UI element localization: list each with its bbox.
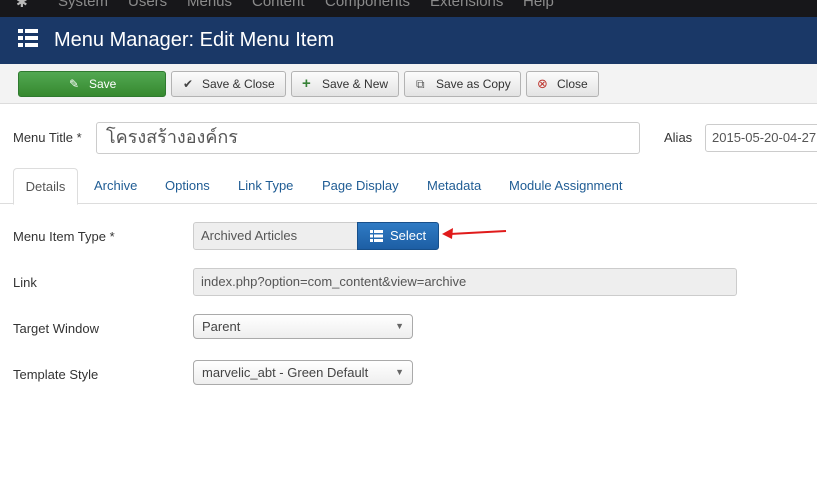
joomla-logo-icon[interactable]: ✱ xyxy=(16,0,34,9)
select-menu-item-type-button[interactable]: Select xyxy=(357,222,439,250)
close-circle-icon: ⊗ xyxy=(537,76,548,91)
copy-icon: ⧉ xyxy=(416,77,425,91)
title-bar: Menu Manager: Edit Menu Item xyxy=(0,17,817,64)
annotation-arrow xyxy=(442,228,507,239)
close-button[interactable]: ⊗ Close xyxy=(526,71,599,97)
menu-title-input[interactable]: โครงสร้างองค์กร xyxy=(96,122,640,154)
link-label: Link xyxy=(13,275,37,290)
save-copy-button[interactable]: ⧉ Save as Copy xyxy=(404,71,521,97)
tab-details[interactable]: Details xyxy=(13,168,78,205)
page-title: Menu Manager: Edit Menu Item xyxy=(54,29,335,51)
nav-components[interactable]: Components xyxy=(325,0,410,10)
tab-page-display[interactable]: Page Display xyxy=(322,168,399,204)
save-new-button[interactable]: + Save & New xyxy=(291,71,399,97)
menu-item-type-input: Archived Articles xyxy=(193,222,358,250)
toolbar: ✎ Save ✔ Save & Close + Save & New ⧉ Sav… xyxy=(0,64,817,104)
save-button[interactable]: ✎ Save xyxy=(18,71,166,97)
nav-system[interactable]: System xyxy=(58,0,108,10)
tab-link-type[interactable]: Link Type xyxy=(238,168,293,204)
template-style-value: marvelic_abt - Green Default xyxy=(202,365,369,380)
nav-help[interactable]: Help xyxy=(523,0,554,10)
template-style-label: Template Style xyxy=(13,367,99,382)
nav-extensions[interactable]: Extensions xyxy=(430,0,503,10)
plus-icon: + xyxy=(302,75,311,92)
nav-content[interactable]: Content xyxy=(252,0,305,10)
edit-icon: ✎ xyxy=(69,77,80,91)
target-window-label: Target Window xyxy=(13,321,99,336)
target-window-value: Parent xyxy=(202,319,241,334)
alias-label: Alias xyxy=(664,130,693,145)
list-icon xyxy=(370,230,383,242)
tab-module-assignment[interactable]: Module Assignment xyxy=(509,168,622,204)
tab-bar: Details Archive Options Link Type Page D… xyxy=(0,168,817,205)
nav-menus[interactable]: Menus xyxy=(187,0,232,10)
target-window-select[interactable]: Parent ▼ xyxy=(193,314,413,339)
nav-users[interactable]: Users xyxy=(128,0,167,10)
list-icon xyxy=(18,29,38,47)
chevron-down-icon: ▼ xyxy=(395,367,404,377)
tab-archive[interactable]: Archive xyxy=(94,168,137,204)
chevron-down-icon: ▼ xyxy=(395,321,404,331)
alias-input[interactable]: 2015-05-20-04-27 xyxy=(705,124,817,152)
link-input: index.php?option=com_content&view=archiv… xyxy=(193,268,737,296)
admin-top-menu: ✱ System Users Menus Content Components … xyxy=(0,0,817,17)
menu-item-type-label: Menu Item Type * xyxy=(13,229,115,244)
template-style-select[interactable]: marvelic_abt - Green Default ▼ xyxy=(193,360,413,385)
tab-options[interactable]: Options xyxy=(165,168,210,204)
menu-title-label: Menu Title * xyxy=(13,130,82,145)
save-close-button[interactable]: ✔ Save & Close xyxy=(171,71,286,97)
tab-metadata[interactable]: Metadata xyxy=(427,168,481,204)
check-icon: ✔ xyxy=(183,77,194,91)
